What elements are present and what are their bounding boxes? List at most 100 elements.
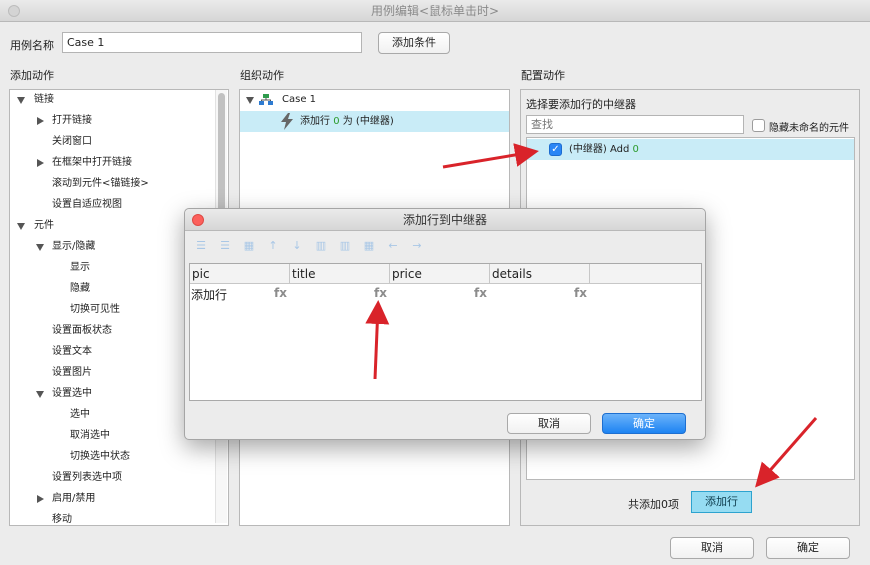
- repeater-item-name: (中继器) Add: [569, 144, 630, 155]
- action-item[interactable]: 设置图片: [10, 363, 210, 383]
- action-item-label: 在框架中打开链接: [52, 157, 132, 168]
- add-condition-button[interactable]: 添加条件: [378, 32, 450, 54]
- total-added-label: 共添加0项: [628, 498, 679, 511]
- organize-action-row[interactable]: 添加行 0 为 (中继器): [240, 111, 509, 132]
- repeater-list-item[interactable]: ✓ (中继器) Add 0: [527, 139, 854, 160]
- configure-heading: 选择要添加行的中继器: [526, 98, 636, 111]
- case-label[interactable]: Case 1: [282, 90, 316, 110]
- fx-button-pic[interactable]: fx: [274, 286, 287, 300]
- fx-button-details[interactable]: fx: [574, 286, 587, 300]
- case-icon: [259, 94, 273, 106]
- chevron-down-icon[interactable]: [36, 391, 44, 398]
- action-item[interactable]: 关闭窗口: [10, 132, 210, 152]
- case-expand-icon[interactable]: [246, 97, 254, 104]
- chevron-down-icon[interactable]: [36, 244, 44, 251]
- action-item[interactable]: 设置文本: [10, 342, 210, 362]
- insert-row-above-icon[interactable]: ☰: [193, 240, 209, 252]
- chevron-right-icon[interactable]: [37, 159, 44, 167]
- action-item[interactable]: 切换选中状态: [10, 447, 210, 467]
- action-item[interactable]: 元件: [10, 216, 210, 236]
- dialog-data-grid: pic title price details 添加行 fx fx fx fx: [189, 263, 702, 401]
- action-item[interactable]: 切换可见性: [10, 300, 210, 320]
- dialog-cancel-button[interactable]: 取消: [507, 413, 591, 434]
- chevron-down-icon[interactable]: [17, 223, 25, 230]
- move-left-icon[interactable]: ←: [385, 240, 401, 252]
- action-item[interactable]: 滚动到元件<锚链接>: [10, 174, 210, 194]
- move-right-icon[interactable]: →: [409, 240, 425, 252]
- action-item[interactable]: 设置选中: [10, 384, 210, 404]
- action-item-label: 关闭窗口: [52, 136, 92, 147]
- repeater-item-count: 0: [632, 144, 639, 155]
- action-item-label: 设置自适应视图: [52, 199, 122, 210]
- action-item-label: 启用/禁用: [52, 493, 96, 504]
- ok-button[interactable]: 确定: [766, 537, 850, 559]
- dialog-close-icon[interactable]: [192, 214, 204, 226]
- organize-action-suffix: 为 (中继器): [342, 116, 394, 127]
- action-item[interactable]: 启用/禁用: [10, 489, 210, 509]
- column-header-details[interactable]: details: [490, 264, 590, 284]
- action-item[interactable]: 在框架中打开链接: [10, 153, 210, 173]
- action-item-label: 设置文本: [52, 346, 92, 357]
- actions-scrollbar-thumb[interactable]: [218, 93, 225, 213]
- organize-action-count: 0: [333, 116, 340, 127]
- action-item-label: 链接: [34, 94, 54, 105]
- action-item[interactable]: 打开链接: [10, 111, 210, 131]
- insert-row-below-icon[interactable]: ☰: [217, 240, 233, 252]
- chevron-right-icon[interactable]: [37, 495, 44, 503]
- repeater-item-checkbox[interactable]: ✓: [549, 143, 562, 156]
- action-item-label: 打开链接: [52, 115, 92, 126]
- column-header-title[interactable]: title: [290, 264, 390, 284]
- dialog-title-bar: 添加行到中继器: [185, 209, 705, 231]
- hide-unnamed-checkbox[interactable]: [752, 119, 765, 132]
- action-item-label: 选中: [70, 409, 90, 420]
- insert-column-left-icon[interactable]: ▥: [313, 240, 329, 252]
- cancel-button[interactable]: 取消: [670, 537, 754, 559]
- action-item[interactable]: 设置列表选中项: [10, 468, 210, 488]
- delete-row-icon[interactable]: ▦: [241, 240, 257, 252]
- grid-header: pic title price details: [190, 264, 701, 284]
- action-item-label: 设置列表选中项: [52, 472, 122, 483]
- dialog-ok-button[interactable]: 确定: [602, 413, 686, 434]
- fx-button-title[interactable]: fx: [374, 286, 387, 300]
- window-close-icon[interactable]: [8, 5, 20, 17]
- action-item[interactable]: 显示: [10, 258, 210, 278]
- action-item-label: 显示: [70, 262, 90, 273]
- organize-actions-heading: 组织动作: [240, 69, 284, 82]
- repeater-search-input[interactable]: [526, 115, 744, 134]
- action-item-label: 设置图片: [52, 367, 92, 378]
- add-row-button[interactable]: 添加行: [691, 491, 752, 513]
- insert-column-right-icon[interactable]: ▥: [337, 240, 353, 252]
- action-item[interactable]: 选中: [10, 405, 210, 425]
- action-item-label: 切换可见性: [70, 304, 120, 315]
- case-name-label: 用例名称: [10, 39, 54, 52]
- chevron-right-icon[interactable]: [37, 117, 44, 125]
- action-item[interactable]: 移动: [10, 510, 210, 525]
- action-item-label: 显示/隐藏: [52, 241, 96, 252]
- action-item[interactable]: 取消选中: [10, 426, 210, 446]
- column-header-price[interactable]: price: [390, 264, 490, 284]
- action-item[interactable]: 链接: [10, 90, 210, 110]
- move-down-icon[interactable]: ↓: [289, 240, 305, 252]
- action-item[interactable]: 设置面板状态: [10, 321, 210, 341]
- fx-button-price[interactable]: fx: [474, 286, 487, 300]
- action-item[interactable]: 显示/隐藏: [10, 237, 210, 257]
- column-header-pic[interactable]: pic: [190, 264, 290, 284]
- dialog-title: 添加行到中继器: [402, 213, 487, 227]
- delete-column-icon[interactable]: ▦: [361, 240, 377, 252]
- hide-unnamed-label: 隐藏未命名的元件: [769, 123, 849, 134]
- action-item-label: 切换选中状态: [70, 451, 130, 462]
- configure-actions-heading: 配置动作: [521, 69, 565, 82]
- action-item-label: 取消选中: [70, 430, 110, 441]
- lightning-icon: [280, 113, 294, 130]
- action-item-label: 设置选中: [52, 388, 92, 399]
- action-item[interactable]: 设置自适应视图: [10, 195, 210, 215]
- action-item-label: 设置面板状态: [52, 325, 112, 336]
- action-item[interactable]: 隐藏: [10, 279, 210, 299]
- window-title: 用例编辑<鼠标单击时>: [370, 4, 500, 18]
- action-item-label: 移动: [52, 514, 72, 525]
- chevron-down-icon[interactable]: [17, 97, 25, 104]
- grid-row-label: 添加行: [191, 288, 228, 302]
- window-title-bar: 用例编辑<鼠标单击时>: [0, 0, 870, 22]
- case-name-input[interactable]: Case 1: [62, 32, 362, 53]
- move-up-icon[interactable]: ↑: [265, 240, 281, 252]
